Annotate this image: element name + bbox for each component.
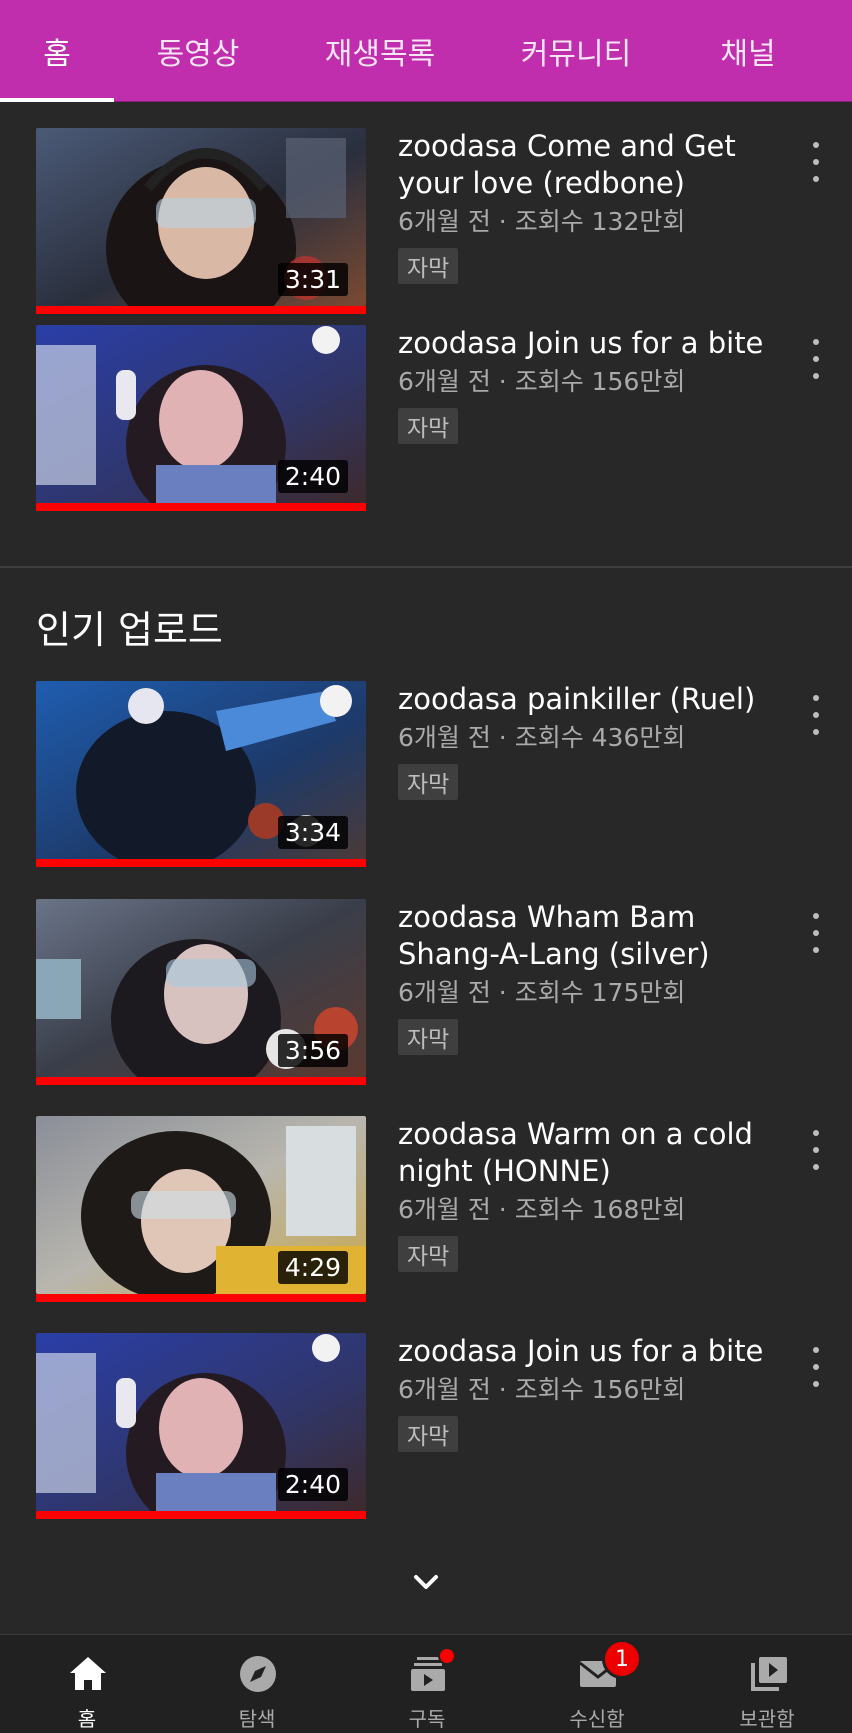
- watched-progress-bar: [36, 306, 366, 314]
- video-duration: 2:40: [277, 460, 348, 493]
- nav-inbox[interactable]: 1 수신함: [512, 1635, 682, 1733]
- video-thumbnail[interactable]: 4:29: [36, 1116, 366, 1294]
- section-divider: [0, 566, 852, 568]
- video-item[interactable]: 3:31 zoodasa Come and Get your love (red…: [0, 128, 852, 314]
- more-options-icon[interactable]: [805, 1347, 827, 1387]
- more-options-icon[interactable]: [805, 695, 827, 735]
- watched-progress-bar: [36, 1077, 366, 1085]
- video-title[interactable]: zoodasa Join us for a bite: [398, 325, 778, 362]
- compass-icon: [240, 1656, 276, 1692]
- nav-label: 수신함: [569, 1707, 625, 1731]
- video-thumbnail[interactable]: 3:56: [36, 899, 366, 1077]
- video-duration: 3:34: [277, 816, 348, 849]
- tab-community[interactable]: 커뮤니티: [488, 0, 664, 102]
- tab-home[interactable]: 홈: [0, 0, 114, 102]
- nav-label: 홈: [77, 1707, 97, 1731]
- nav-label: 구독: [408, 1707, 446, 1731]
- video-item[interactable]: 4:29 zoodasa Warm on a cold night (HONNE…: [0, 1116, 852, 1302]
- notification-dot: [438, 1647, 456, 1665]
- captions-badge: 자막: [398, 764, 459, 800]
- captions-badge: 자막: [398, 1416, 459, 1452]
- video-item[interactable]: 3:56 zoodasa Wham Bam Shang-A-Lang (silv…: [0, 899, 852, 1085]
- active-tab-indicator: [0, 98, 114, 102]
- video-title[interactable]: zoodasa Wham Bam Shang-A-Lang (silver): [398, 899, 778, 973]
- video-thumbnail[interactable]: 3:34: [36, 681, 366, 859]
- video-title[interactable]: zoodasa Come and Get your love (redbone): [398, 128, 778, 202]
- video-metadata: 6개월 전 · 조회수 168만회: [398, 1195, 686, 1224]
- video-thumbnail[interactable]: 3:31: [36, 128, 366, 306]
- notification-count-badge: 1: [602, 1639, 642, 1679]
- channel-tab-bar: 홈 동영상 재생목록 커뮤니티 채널: [0, 0, 852, 102]
- video-title[interactable]: zoodasa Warm on a cold night (HONNE): [398, 1116, 778, 1190]
- more-options-icon[interactable]: [805, 339, 827, 379]
- video-metadata: 6개월 전 · 조회수 156만회: [398, 1375, 686, 1404]
- video-title[interactable]: zoodasa Join us for a bite: [398, 1333, 778, 1370]
- video-metadata: 6개월 전 · 조회수 132만회: [398, 207, 686, 236]
- video-duration: 4:29: [277, 1251, 348, 1284]
- watched-progress-bar: [36, 859, 366, 867]
- nav-explore[interactable]: 탐색: [172, 1635, 342, 1733]
- video-metadata: 6개월 전 · 조회수 156만회: [398, 367, 686, 396]
- nav-label: 탐색: [238, 1707, 276, 1731]
- more-options-icon[interactable]: [805, 913, 827, 953]
- chevron-down-icon[interactable]: [406, 1562, 446, 1602]
- nav-home[interactable]: 홈: [2, 1635, 172, 1733]
- watched-progress-bar: [36, 1294, 366, 1302]
- captions-badge: 자막: [398, 1236, 459, 1272]
- nav-label: 보관함: [739, 1707, 795, 1731]
- captions-badge: 자막: [398, 1019, 459, 1055]
- nav-library[interactable]: 보관함: [682, 1635, 852, 1733]
- video-item[interactable]: 2:40 zoodasa Join us for a bite 6개월 전 · …: [0, 1333, 852, 1519]
- video-metadata: 6개월 전 · 조회수 436만회: [398, 723, 686, 752]
- video-duration: 3:31: [277, 263, 348, 296]
- home-feed[interactable]: 3:31 zoodasa Come and Get your love (red…: [0, 103, 852, 1633]
- video-metadata: 6개월 전 · 조회수 175만회: [398, 978, 686, 1007]
- video-item[interactable]: 3:34 zoodasa painkiller (Ruel) 6개월 전 · 조…: [0, 681, 852, 867]
- library-icon: [751, 1657, 787, 1691]
- home-icon: [70, 1657, 106, 1690]
- bottom-navigation: 홈 탐색 구독 1 수신함 보관함: [0, 1634, 852, 1733]
- tab-playlists[interactable]: 재생목록: [300, 0, 460, 102]
- section-title: 인기 업로드: [36, 608, 223, 652]
- watched-progress-bar: [36, 503, 366, 511]
- video-thumbnail[interactable]: 2:40: [36, 1333, 366, 1511]
- tab-channels[interactable]: 채널: [688, 0, 808, 102]
- watched-progress-bar: [36, 1511, 366, 1519]
- video-item[interactable]: 2:40 zoodasa Join us for a bite 6개월 전 · …: [0, 325, 852, 511]
- tab-videos[interactable]: 동영상: [120, 0, 276, 102]
- video-thumbnail[interactable]: 2:40: [36, 325, 366, 503]
- more-options-icon[interactable]: [805, 142, 827, 182]
- video-duration: 2:40: [277, 1468, 348, 1501]
- nav-subscriptions[interactable]: 구독: [342, 1635, 512, 1733]
- captions-badge: 자막: [398, 248, 459, 284]
- more-options-icon[interactable]: [805, 1130, 827, 1170]
- video-duration: 3:56: [277, 1034, 348, 1067]
- captions-badge: 자막: [398, 408, 459, 444]
- video-title[interactable]: zoodasa painkiller (Ruel): [398, 681, 778, 718]
